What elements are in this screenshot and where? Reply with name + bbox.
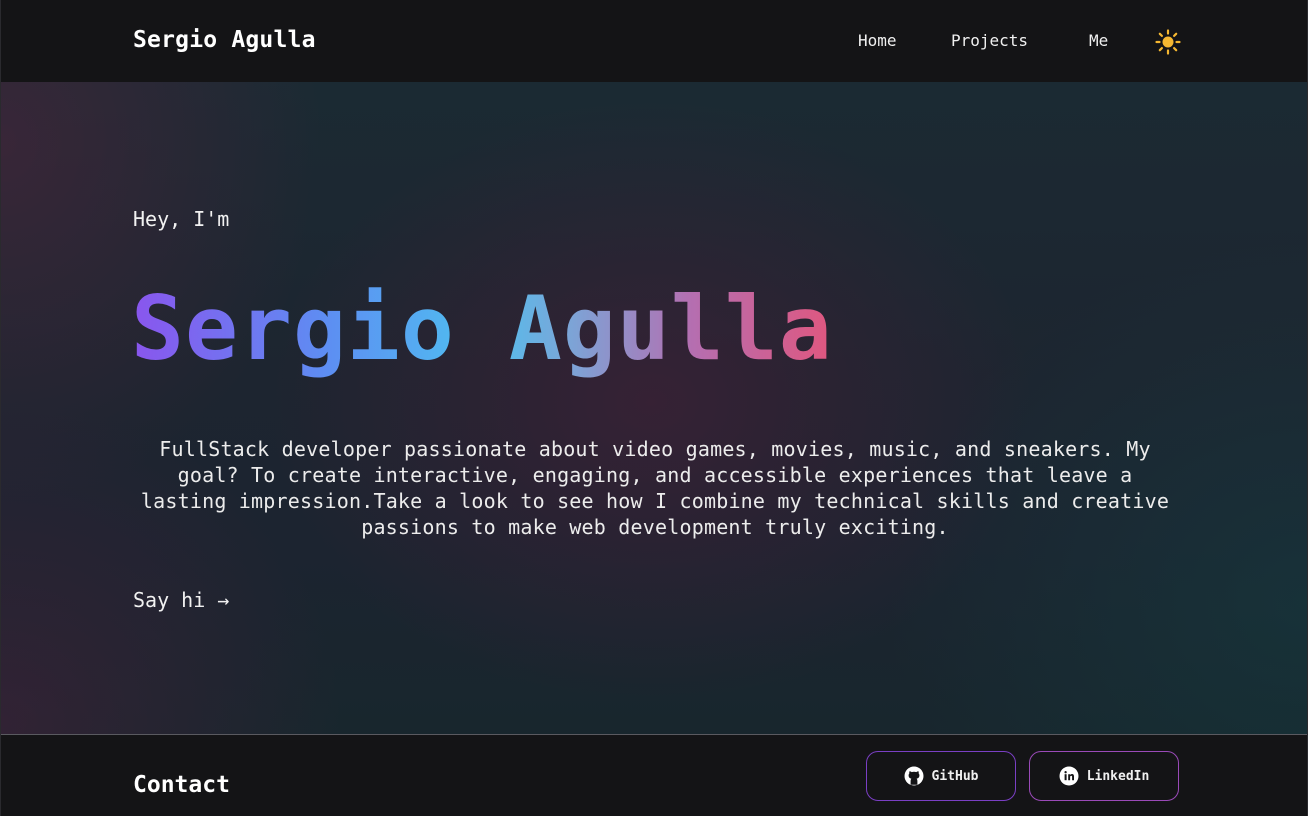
contact-footer: Contact GitHub LinkedIn (1, 734, 1307, 816)
linkedin-button-label: LinkedIn (1086, 768, 1150, 784)
nav-link-home[interactable]: Home (858, 31, 897, 50)
site-header: Sergio Agulla Home Projects Me (1, 0, 1307, 83)
nav-link-me[interactable]: Me (1089, 31, 1108, 50)
linkedin-button[interactable]: LinkedIn (1029, 751, 1179, 801)
github-button[interactable]: GitHub (866, 751, 1016, 801)
hero-bio: FullStack developer passionate about vid… (140, 437, 1170, 539)
linkedin-icon (1059, 766, 1079, 786)
github-button-label: GitHub (931, 768, 979, 784)
portfolio-page: Sergio Agulla Home Projects Me Hey, I'm … (0, 0, 1308, 816)
contact-title: Contact (133, 772, 230, 798)
hero-name-title: Sergio Agulla (131, 274, 833, 384)
nav-link-projects[interactable]: Projects (951, 31, 1028, 50)
theme-toggle-button[interactable] (1154, 29, 1182, 55)
sun-icon (1155, 29, 1181, 55)
say-hi-link[interactable]: Say hi → (133, 588, 229, 612)
hero-greeting: Hey, I'm (133, 207, 230, 231)
github-icon (904, 766, 924, 786)
brand-logo-text[interactable]: Sergio Agulla (133, 27, 316, 53)
hero-section: Hey, I'm Sergio Agulla FullStack develop… (1, 82, 1307, 734)
